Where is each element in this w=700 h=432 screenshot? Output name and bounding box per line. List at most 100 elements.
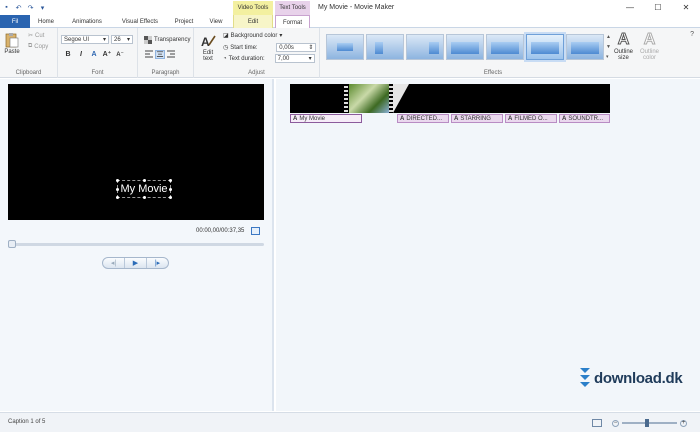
- text-duration-row: ◔ Text duration: 7,00 ▾: [223, 54, 315, 63]
- caption-item[interactable]: A DIRECTED...: [397, 114, 449, 123]
- edit-text-button[interactable]: A Edit text: [200, 33, 216, 62]
- bold-icon[interactable]: B: [63, 51, 73, 58]
- clock-icon: ◷: [223, 45, 229, 51]
- copy-button[interactable]: ⧉ Copy: [28, 43, 48, 50]
- tab-file[interactable]: Fil: [0, 15, 30, 28]
- font-group-label: Font: [91, 70, 104, 76]
- effect-thumb-3[interactable]: [406, 34, 444, 60]
- save-icon[interactable]: ▪: [2, 3, 11, 12]
- resize-handle[interactable]: [169, 196, 172, 199]
- redo-icon[interactable]: ↷: [26, 3, 35, 12]
- effect-thumb-6-selected[interactable]: [526, 34, 564, 60]
- video-preview[interactable]: My Movie: [8, 84, 264, 220]
- chevron-down-icon: ▾: [126, 37, 130, 43]
- resize-handle[interactable]: [169, 188, 172, 191]
- resize-handle[interactable]: [169, 179, 172, 182]
- font-color-icon[interactable]: A: [89, 51, 99, 58]
- paste-label: Paste: [4, 49, 20, 55]
- text-icon: A: [293, 115, 298, 122]
- cut-button[interactable]: ✂ Cut: [28, 32, 44, 40]
- customize-toolbar-icon[interactable]: ▾: [38, 3, 47, 12]
- effect-thumb-5[interactable]: [486, 34, 524, 60]
- movie-maker-window: ▪ ↶ ↷ ▾ Video Tools Text Tools My Movie …: [0, 0, 700, 432]
- font-family-select[interactable]: Segoe UI ▾: [61, 35, 109, 44]
- tab-format[interactable]: Format: [275, 15, 310, 29]
- zoom-out-icon[interactable]: −: [612, 419, 619, 427]
- resize-handle[interactable]: [116, 196, 119, 199]
- tab-view[interactable]: View: [202, 15, 230, 28]
- next-frame-icon[interactable]: |▸: [147, 258, 168, 268]
- edit-text-icon: A: [201, 35, 216, 49]
- zoom-slider[interactable]: [622, 419, 677, 427]
- gallery-expand-icon[interactable]: ▾: [606, 54, 612, 60]
- minimize-icon[interactable]: —: [616, 0, 644, 14]
- caption-item[interactable]: A SOUNDTR...: [559, 114, 610, 123]
- chevron-down-icon: ▾: [308, 56, 312, 62]
- previous-frame-icon[interactable]: ◂|: [103, 258, 125, 268]
- help-icon[interactable]: ?: [690, 31, 694, 38]
- effect-thumb-4[interactable]: [446, 34, 484, 60]
- gallery-down-icon[interactable]: ▼: [606, 44, 612, 50]
- transition-marker: [393, 84, 409, 113]
- resize-handle[interactable]: [116, 188, 119, 191]
- tab-edit[interactable]: Edit: [233, 15, 273, 28]
- zoom-slider-knob[interactable]: [644, 419, 649, 427]
- fullscreen-icon[interactable]: [251, 227, 260, 235]
- align-center-icon[interactable]: [155, 50, 165, 59]
- clipboard-group: Paste ✂ Cut ⧉ Copy Clipboard: [0, 28, 58, 78]
- text-duration-select[interactable]: 7,00 ▾: [274, 54, 315, 63]
- thumbnail-size-icon[interactable]: [592, 419, 602, 427]
- gallery-scroll[interactable]: ▲ ▼ ▾: [606, 34, 612, 60]
- caption-item[interactable]: A FILMED O...: [505, 114, 557, 123]
- background-color-button[interactable]: ◪ Background color ▾: [223, 32, 282, 40]
- tab-visual-effects[interactable]: Visual Effects: [114, 15, 166, 28]
- seek-bar[interactable]: [8, 243, 264, 246]
- copy-label: Copy: [34, 43, 49, 50]
- caption-item-label: STARRING: [460, 115, 491, 122]
- resize-handle[interactable]: [143, 196, 146, 199]
- ribbon: Paste ✂ Cut ⧉ Copy Clipboard Segoe UI ▾ …: [0, 28, 700, 78]
- play-icon[interactable]: ▶: [125, 258, 147, 268]
- align-right-icon[interactable]: [166, 50, 176, 59]
- tab-animations[interactable]: Animations: [62, 15, 112, 28]
- font-size-value: 26: [114, 36, 121, 43]
- zoom-in-icon[interactable]: +: [680, 419, 687, 427]
- caption-item-label: FILMED O...: [514, 115, 548, 122]
- video-clip[interactable]: [349, 84, 389, 113]
- paste-icon: [5, 33, 19, 48]
- effect-thumb-2[interactable]: [366, 34, 404, 60]
- chevron-down-icon: ▾: [102, 37, 106, 43]
- align-left-icon[interactable]: [144, 50, 154, 59]
- seek-thumb[interactable]: [8, 240, 16, 248]
- italic-icon[interactable]: I: [76, 51, 86, 58]
- transparency-label: Transparency: [154, 37, 191, 43]
- timeline-track: [290, 84, 610, 113]
- grow-font-icon[interactable]: A⁺: [102, 50, 112, 58]
- shrink-font-icon[interactable]: A⁻: [115, 51, 125, 58]
- font-size-select[interactable]: 26 ▾: [111, 35, 133, 44]
- transparency-button[interactable]: Transparency: [144, 36, 190, 44]
- gallery-up-icon[interactable]: ▲: [606, 34, 612, 40]
- resize-handle[interactable]: [143, 179, 146, 182]
- zoom-control: − +: [612, 419, 687, 427]
- caption-item[interactable]: A STARRING: [451, 114, 503, 123]
- undo-icon[interactable]: ↶: [14, 3, 23, 12]
- effect-thumb-1[interactable]: [326, 34, 364, 60]
- outline-color-button[interactable]: A Outline color: [640, 31, 659, 62]
- maximize-icon[interactable]: ☐: [644, 0, 672, 14]
- outline-size-button[interactable]: A Outline size: [614, 31, 633, 62]
- spinner-icon[interactable]: ⇕: [308, 44, 313, 51]
- adjust-group-label: Adjust: [248, 70, 265, 76]
- caption-item[interactable]: A My Movie: [290, 114, 362, 123]
- resize-handle[interactable]: [116, 179, 119, 182]
- caption-item-label: DIRECTED...: [406, 115, 443, 122]
- effect-thumb-7[interactable]: [566, 34, 604, 60]
- paste-button[interactable]: Paste: [4, 32, 20, 55]
- tab-home[interactable]: Home: [32, 15, 60, 28]
- caption-text-box[interactable]: My Movie: [116, 179, 172, 199]
- text-icon: A: [562, 115, 567, 122]
- font-group: Segoe UI ▾ 26 ▾ B I A A⁺ A⁻ Font: [58, 28, 138, 78]
- start-time-input[interactable]: 0,00s ⇕: [276, 43, 317, 52]
- tab-project[interactable]: Project: [168, 15, 200, 28]
- close-icon[interactable]: ✕: [672, 0, 700, 14]
